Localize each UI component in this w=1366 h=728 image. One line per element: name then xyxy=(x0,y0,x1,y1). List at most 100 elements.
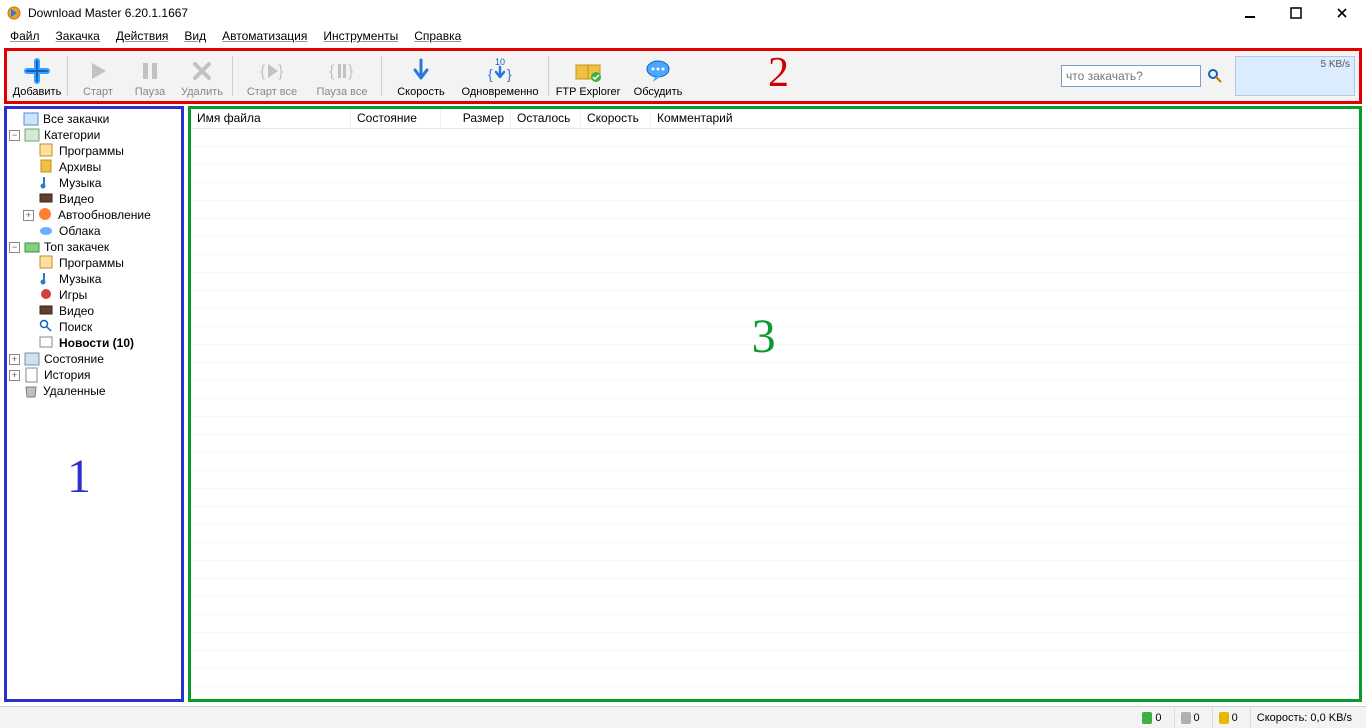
window-title: Download Master 6.20.1.1667 xyxy=(28,6,1238,20)
active-icon xyxy=(1142,712,1152,724)
col-size[interactable]: Размер xyxy=(441,109,511,128)
expand-icon[interactable]: + xyxy=(9,370,20,381)
ftp-icon xyxy=(574,56,602,86)
play-all-icon: {} xyxy=(258,56,286,86)
tree-cat-programs[interactable]: Программы xyxy=(7,143,181,159)
tree-top-video[interactable]: Видео xyxy=(7,303,181,319)
delete-button[interactable]: Удалить xyxy=(176,52,228,100)
pause-all-button[interactable]: {} Пауза все xyxy=(307,52,377,100)
update-icon xyxy=(38,207,54,223)
svg-text:{: { xyxy=(488,66,493,82)
tree-cat-video[interactable]: Видео xyxy=(7,191,181,207)
archive-icon xyxy=(39,159,55,175)
tree-top-search[interactable]: Поиск xyxy=(7,319,181,335)
title-bar: Download Master 6.20.1.1667 xyxy=(0,0,1366,26)
list-icon xyxy=(23,111,39,127)
category-tree[interactable]: Все закачки − Категории Программы Архивы… xyxy=(7,109,181,401)
concurrent-icon: 10 { } xyxy=(485,56,515,86)
start-all-button[interactable]: {} Старт все xyxy=(237,52,307,100)
tree-deleted[interactable]: Удаленные xyxy=(7,383,181,399)
status-speed: Скорость: 0,0 KB/s xyxy=(1250,707,1358,728)
ftp-explorer-button[interactable]: FTP Explorer xyxy=(553,52,623,100)
window-controls xyxy=(1238,3,1360,23)
col-filename[interactable]: Имя файла xyxy=(191,109,351,128)
down-arrow-icon xyxy=(410,56,432,86)
add-button[interactable]: Добавить xyxy=(11,52,63,100)
menu-download[interactable]: Закачка xyxy=(50,27,106,45)
toolbar: Добавить Старт Пауза Удалить {} Старт вс… xyxy=(7,51,1359,101)
tree-state[interactable]: + Состояние xyxy=(7,351,181,367)
chat-icon xyxy=(645,56,671,86)
toolbar-separator xyxy=(232,56,233,96)
col-state[interactable]: Состояние xyxy=(351,109,441,128)
music-icon xyxy=(39,271,55,287)
menu-bar: Файл Закачка Действия Вид Автоматизация … xyxy=(0,26,1366,46)
tree-top-programs[interactable]: Программы xyxy=(7,255,181,271)
svg-text:{: { xyxy=(329,63,335,80)
menu-automation[interactable]: Автоматизация xyxy=(216,27,313,45)
menu-actions[interactable]: Действия xyxy=(110,27,175,45)
folder-icon xyxy=(24,127,40,143)
tree-history[interactable]: + История xyxy=(7,367,181,383)
expand-icon[interactable]: + xyxy=(23,210,34,221)
tree-top-downloads[interactable]: − Топ закачек xyxy=(7,239,181,255)
play-icon xyxy=(87,56,109,86)
collapse-icon[interactable]: − xyxy=(9,242,20,253)
annotation-1: 1 xyxy=(67,449,91,504)
minimize-button[interactable] xyxy=(1238,3,1262,23)
tree-cat-autoupdate[interactable]: +Автообновление xyxy=(7,207,181,223)
tree-top-games[interactable]: Игры xyxy=(7,287,181,303)
tree-top-music[interactable]: Музыка xyxy=(7,271,181,287)
top-icon xyxy=(24,239,40,255)
plus-icon xyxy=(24,56,50,86)
search-icon xyxy=(39,319,55,335)
list-body[interactable] xyxy=(191,129,1359,699)
program-icon xyxy=(39,143,55,159)
delete-icon xyxy=(191,56,213,86)
list-header[interactable]: Имя файла Состояние Размер Осталось Скор… xyxy=(191,109,1359,129)
maximize-button[interactable] xyxy=(1284,3,1308,23)
discuss-button[interactable]: Обсудить xyxy=(623,52,693,100)
state-icon xyxy=(24,351,40,367)
tree-all-downloads[interactable]: Все закачки xyxy=(7,111,181,127)
menu-file[interactable]: Файл xyxy=(4,27,46,45)
video-icon xyxy=(39,191,55,207)
speed-graph[interactable]: 5 KB/s xyxy=(1235,56,1355,96)
toolbar-annotation-box: Добавить Старт Пауза Удалить {} Старт вс… xyxy=(4,48,1362,104)
close-button[interactable] xyxy=(1330,3,1354,23)
collapse-icon[interactable]: − xyxy=(9,130,20,141)
status-active: 0 xyxy=(1136,707,1167,728)
status-queued: 0 xyxy=(1174,707,1206,728)
tree-cat-music[interactable]: Музыка xyxy=(7,175,181,191)
menu-tools[interactable]: Инструменты xyxy=(317,27,404,45)
svg-text:{: { xyxy=(260,63,266,80)
start-button[interactable]: Старт xyxy=(72,52,124,100)
expand-icon[interactable]: + xyxy=(9,354,20,365)
svg-text:}: } xyxy=(278,63,284,80)
music-icon xyxy=(39,175,55,191)
menu-view[interactable]: Вид xyxy=(178,27,212,45)
speed-button[interactable]: Скорость xyxy=(386,52,456,100)
tree-cat-clouds[interactable]: Облака xyxy=(7,223,181,239)
queued-icon xyxy=(1181,712,1191,724)
svg-text:}: } xyxy=(507,66,512,82)
search-input[interactable] xyxy=(1061,65,1201,87)
tree-cat-archives[interactable]: Архивы xyxy=(7,159,181,175)
search-icon[interactable] xyxy=(1207,68,1223,84)
speed-rate-label: 5 KB/s xyxy=(1321,59,1350,70)
app-icon xyxy=(6,5,22,21)
sidebar: Все закачки − Категории Программы Архивы… xyxy=(4,106,184,702)
annotation-3: 3 xyxy=(752,309,776,364)
col-comment[interactable]: Комментарий xyxy=(651,109,1359,128)
tree-news[interactable]: Новости (10) xyxy=(7,335,181,351)
menu-help[interactable]: Справка xyxy=(408,27,467,45)
tree-categories[interactable]: − Категории xyxy=(7,127,181,143)
trash-icon xyxy=(23,383,39,399)
paused-icon xyxy=(1219,712,1229,724)
col-speed[interactable]: Скорость xyxy=(581,109,651,128)
news-icon xyxy=(39,335,55,351)
pause-button[interactable]: Пауза xyxy=(124,52,176,100)
col-remaining[interactable]: Осталось xyxy=(511,109,581,128)
concurrent-button[interactable]: 10 { } Одновременно xyxy=(456,52,544,100)
svg-text:10: 10 xyxy=(495,57,505,67)
